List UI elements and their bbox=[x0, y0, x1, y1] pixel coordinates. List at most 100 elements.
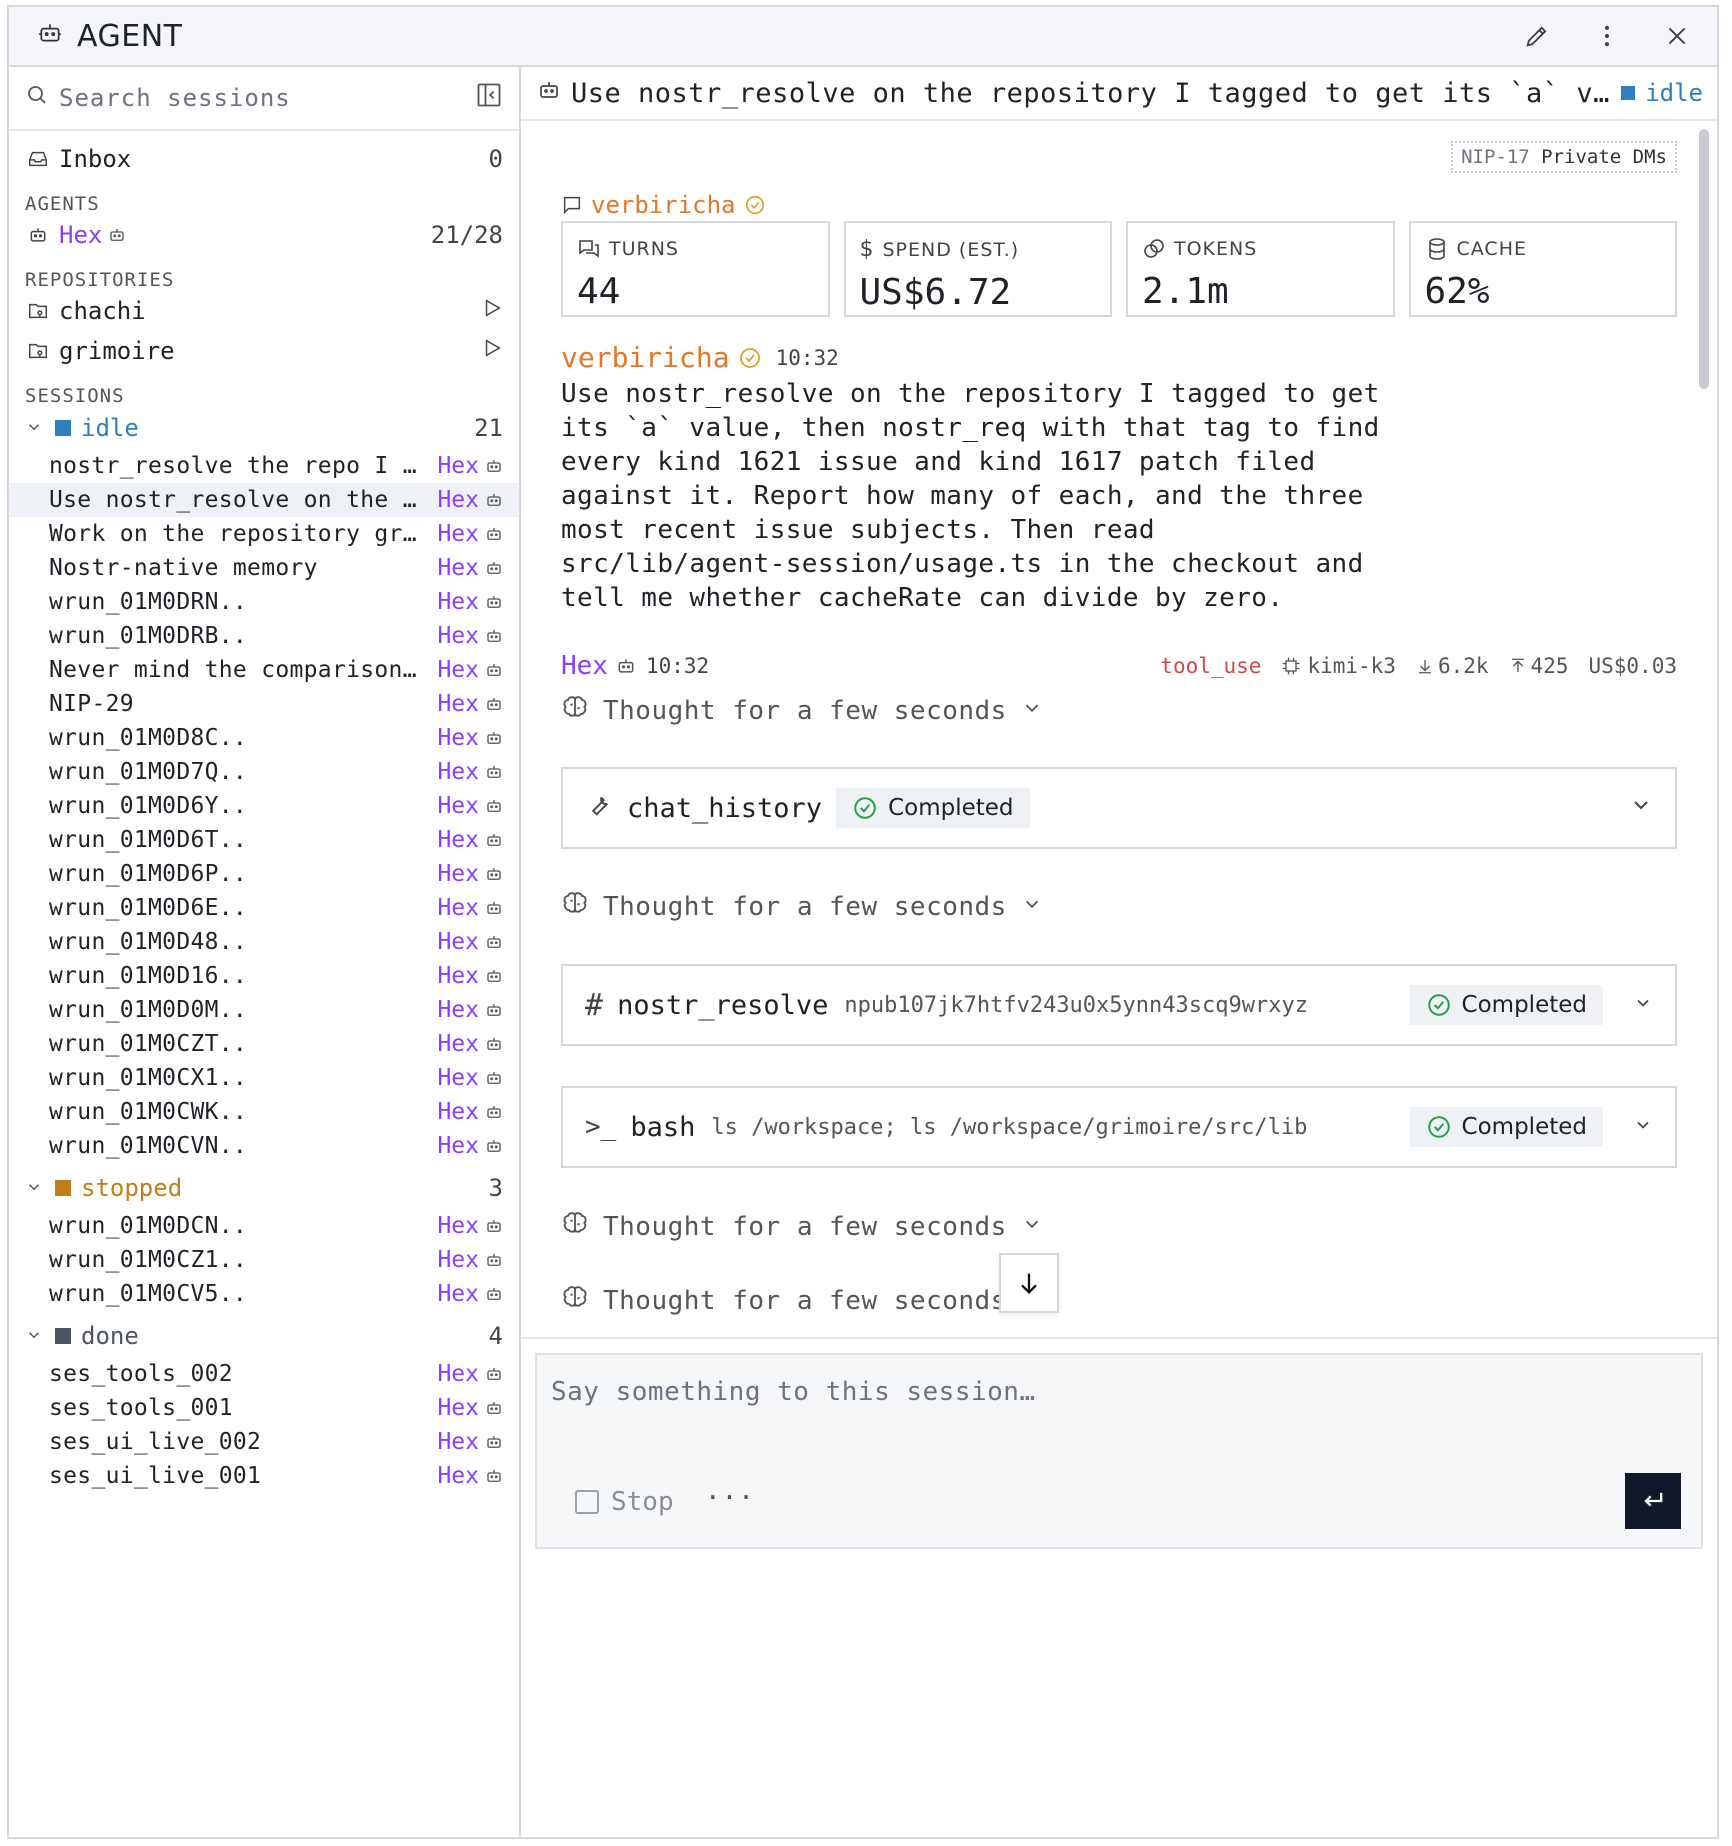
play-icon[interactable] bbox=[481, 297, 503, 325]
collapse-sidebar-icon[interactable] bbox=[475, 81, 503, 115]
thought-label: Thought for a few seconds bbox=[603, 1211, 1007, 1242]
edit-icon[interactable] bbox=[1517, 16, 1557, 56]
chevron-down-icon bbox=[1021, 1212, 1043, 1242]
session-item[interactable]: wrun_01M0D0M.. Hex bbox=[9, 993, 519, 1027]
chevron-down-icon bbox=[25, 414, 47, 442]
session-item[interactable]: wrun_01M0CV5.. Hex bbox=[9, 1277, 519, 1311]
thought-toggle[interactable]: Thought for a few seconds bbox=[561, 889, 1043, 924]
session-agent: Hex bbox=[437, 793, 479, 819]
brain-icon bbox=[561, 1209, 589, 1244]
model-name: kimi-k3 bbox=[1307, 654, 1396, 678]
session-item[interactable]: wrun_01M0D6Y.. Hex bbox=[9, 789, 519, 823]
session-item[interactable]: wrun_01M0D6E.. Hex bbox=[9, 891, 519, 925]
title-bar: AGENT bbox=[9, 7, 1717, 67]
session-group-idle[interactable]: idle 21 bbox=[9, 407, 519, 449]
thought-label: Thought for a few seconds bbox=[603, 695, 1007, 726]
sessions-heading: SESSIONS bbox=[25, 385, 125, 407]
tool-call-bash[interactable]: >_ bash ls /workspace; ls /workspace/gri… bbox=[561, 1086, 1677, 1168]
chat-icon bbox=[577, 237, 601, 261]
stop-toggle[interactable]: Stop bbox=[575, 1487, 674, 1517]
tool-call-nostr-resolve[interactable]: # nostr_resolve npub107jk7htfv243u0x5ynn… bbox=[561, 964, 1677, 1046]
sidebar-item-repo-chachi[interactable]: chachi bbox=[9, 291, 519, 331]
session-agent: Hex bbox=[437, 1031, 479, 1057]
coins-icon bbox=[1142, 237, 1166, 261]
chevron-down-icon[interactable] bbox=[1633, 991, 1653, 1019]
session-item[interactable]: NIP-29 Hex bbox=[9, 687, 519, 721]
session-title: wrun_01M0D16.. bbox=[49, 963, 248, 989]
session-search[interactable]: Search sessions bbox=[9, 67, 519, 131]
stat-value: US$6.72 bbox=[859, 272, 1012, 313]
robot-icon bbox=[485, 967, 505, 985]
session-item[interactable]: wrun_01M0CZT.. Hex bbox=[9, 1027, 519, 1061]
session-agent: Hex bbox=[437, 1099, 479, 1125]
session-item[interactable]: wrun_01M0D8C.. Hex bbox=[9, 721, 519, 755]
more-options-button[interactable]: ··· bbox=[705, 1483, 755, 1513]
session-agent: Hex bbox=[437, 725, 479, 751]
session-item[interactable]: ses_ui_live_001 Hex bbox=[9, 1459, 519, 1493]
close-icon[interactable] bbox=[1657, 16, 1697, 56]
more-vertical-icon[interactable] bbox=[1587, 16, 1627, 56]
arrow-down-icon bbox=[1416, 657, 1434, 675]
robot-icon bbox=[485, 1069, 505, 1087]
session-item[interactable]: wrun_01M0D7Q.. Hex bbox=[9, 755, 519, 789]
thought-toggle[interactable]: Thought for a few seconds bbox=[561, 1209, 1043, 1244]
sidebar-item-agent-hex[interactable]: Hex 21/28 bbox=[9, 215, 519, 255]
verified-icon bbox=[738, 346, 762, 370]
play-icon[interactable] bbox=[481, 337, 503, 365]
brain-icon bbox=[561, 889, 589, 924]
sidebar-item-repo-grimoire[interactable]: grimoire bbox=[9, 331, 519, 371]
search-placeholder[interactable]: Search sessions bbox=[59, 84, 475, 112]
session-item[interactable]: wrun_01M0CX1.. Hex bbox=[9, 1061, 519, 1095]
thought-toggle[interactable]: Thought for a few seconds bbox=[561, 1283, 1043, 1318]
robot-icon bbox=[485, 933, 505, 951]
tool-call-chat-history[interactable]: chat_history Completed bbox=[561, 767, 1677, 849]
scroll-to-bottom-button[interactable] bbox=[999, 1253, 1059, 1313]
session-item[interactable]: Use nostr_resolve on the repository I ta… bbox=[9, 483, 519, 517]
sidebar-item-inbox[interactable]: Inbox 0 bbox=[9, 139, 519, 179]
session-agent: Hex bbox=[437, 929, 479, 955]
message-feed[interactable]: NIP-17 Private DMs verbiricha TURNS 44 $… bbox=[521, 121, 1717, 1337]
chevron-down-icon[interactable] bbox=[1633, 1113, 1653, 1141]
status-badge: Completed bbox=[836, 788, 1030, 828]
send-button[interactable] bbox=[1625, 1473, 1681, 1529]
group-label: stopped bbox=[81, 1174, 183, 1202]
session-item[interactable]: ses_tools_002 Hex bbox=[9, 1357, 519, 1391]
session-item[interactable]: wrun_01M0CZ1.. Hex bbox=[9, 1243, 519, 1277]
session-item[interactable]: wrun_01M0DCN.. Hex bbox=[9, 1209, 519, 1243]
session-item[interactable]: wrun_01M0CWK.. Hex bbox=[9, 1095, 519, 1129]
session-stats: TURNS 44 $ SPEND (EST.) US$6.72 TOKENS 2.… bbox=[561, 221, 1677, 317]
model-badge: kimi-k3 bbox=[1281, 654, 1396, 678]
message-author[interactable]: verbiricha bbox=[561, 341, 730, 374]
session-item[interactable]: wrun_01M0D6P.. Hex bbox=[9, 857, 519, 891]
message-author[interactable]: Hex bbox=[561, 651, 608, 681]
session-item[interactable]: Nostr-native memory Hex bbox=[9, 551, 519, 585]
session-item[interactable]: wrun_01M0D16.. Hex bbox=[9, 959, 519, 993]
session-item[interactable]: wrun_01M0DRN.. Hex bbox=[9, 585, 519, 619]
session-title: wrun_01M0CVN.. bbox=[49, 1133, 248, 1159]
session-item[interactable]: ses_tools_001 Hex bbox=[9, 1391, 519, 1425]
session-originator[interactable]: verbiricha bbox=[561, 191, 766, 219]
robot-icon bbox=[485, 797, 505, 815]
tokens-out: 425 bbox=[1509, 654, 1568, 678]
robot-icon bbox=[485, 1103, 505, 1121]
stop-checkbox[interactable] bbox=[575, 1490, 599, 1514]
status-label: Completed bbox=[888, 795, 1014, 821]
session-item[interactable]: wrun_01M0DRB.. Hex bbox=[9, 619, 519, 653]
session-item[interactable]: ses_ui_live_002 Hex bbox=[9, 1425, 519, 1459]
session-item[interactable]: wrun_01M0D6T.. Hex bbox=[9, 823, 519, 857]
session-item[interactable]: wrun_01M0D48.. Hex bbox=[9, 925, 519, 959]
thought-toggle[interactable]: Thought for a few seconds bbox=[561, 693, 1043, 728]
scrollbar[interactable] bbox=[1699, 129, 1709, 389]
message-input[interactable] bbox=[537, 1355, 1701, 1455]
session-group-stopped[interactable]: stopped 3 bbox=[9, 1167, 519, 1209]
session-item[interactable]: Never mind the comparison, just Hex bbox=[9, 653, 519, 687]
session-item[interactable]: Work on the repository grimoire Hex bbox=[9, 517, 519, 551]
session-title: wrun_01M0D6T.. bbox=[49, 827, 248, 853]
session-title: wrun_01M0DRB.. bbox=[49, 623, 248, 649]
session-item[interactable]: nostr_resolve the repo I tagged, then no… bbox=[9, 449, 519, 483]
session-agent: Hex bbox=[437, 691, 479, 717]
chevron-down-icon[interactable] bbox=[1629, 793, 1653, 823]
session-group-done[interactable]: done 4 bbox=[9, 1315, 519, 1357]
session-item[interactable]: wrun_01M0CVN.. Hex bbox=[9, 1129, 519, 1163]
repo-name: chachi bbox=[59, 297, 146, 325]
